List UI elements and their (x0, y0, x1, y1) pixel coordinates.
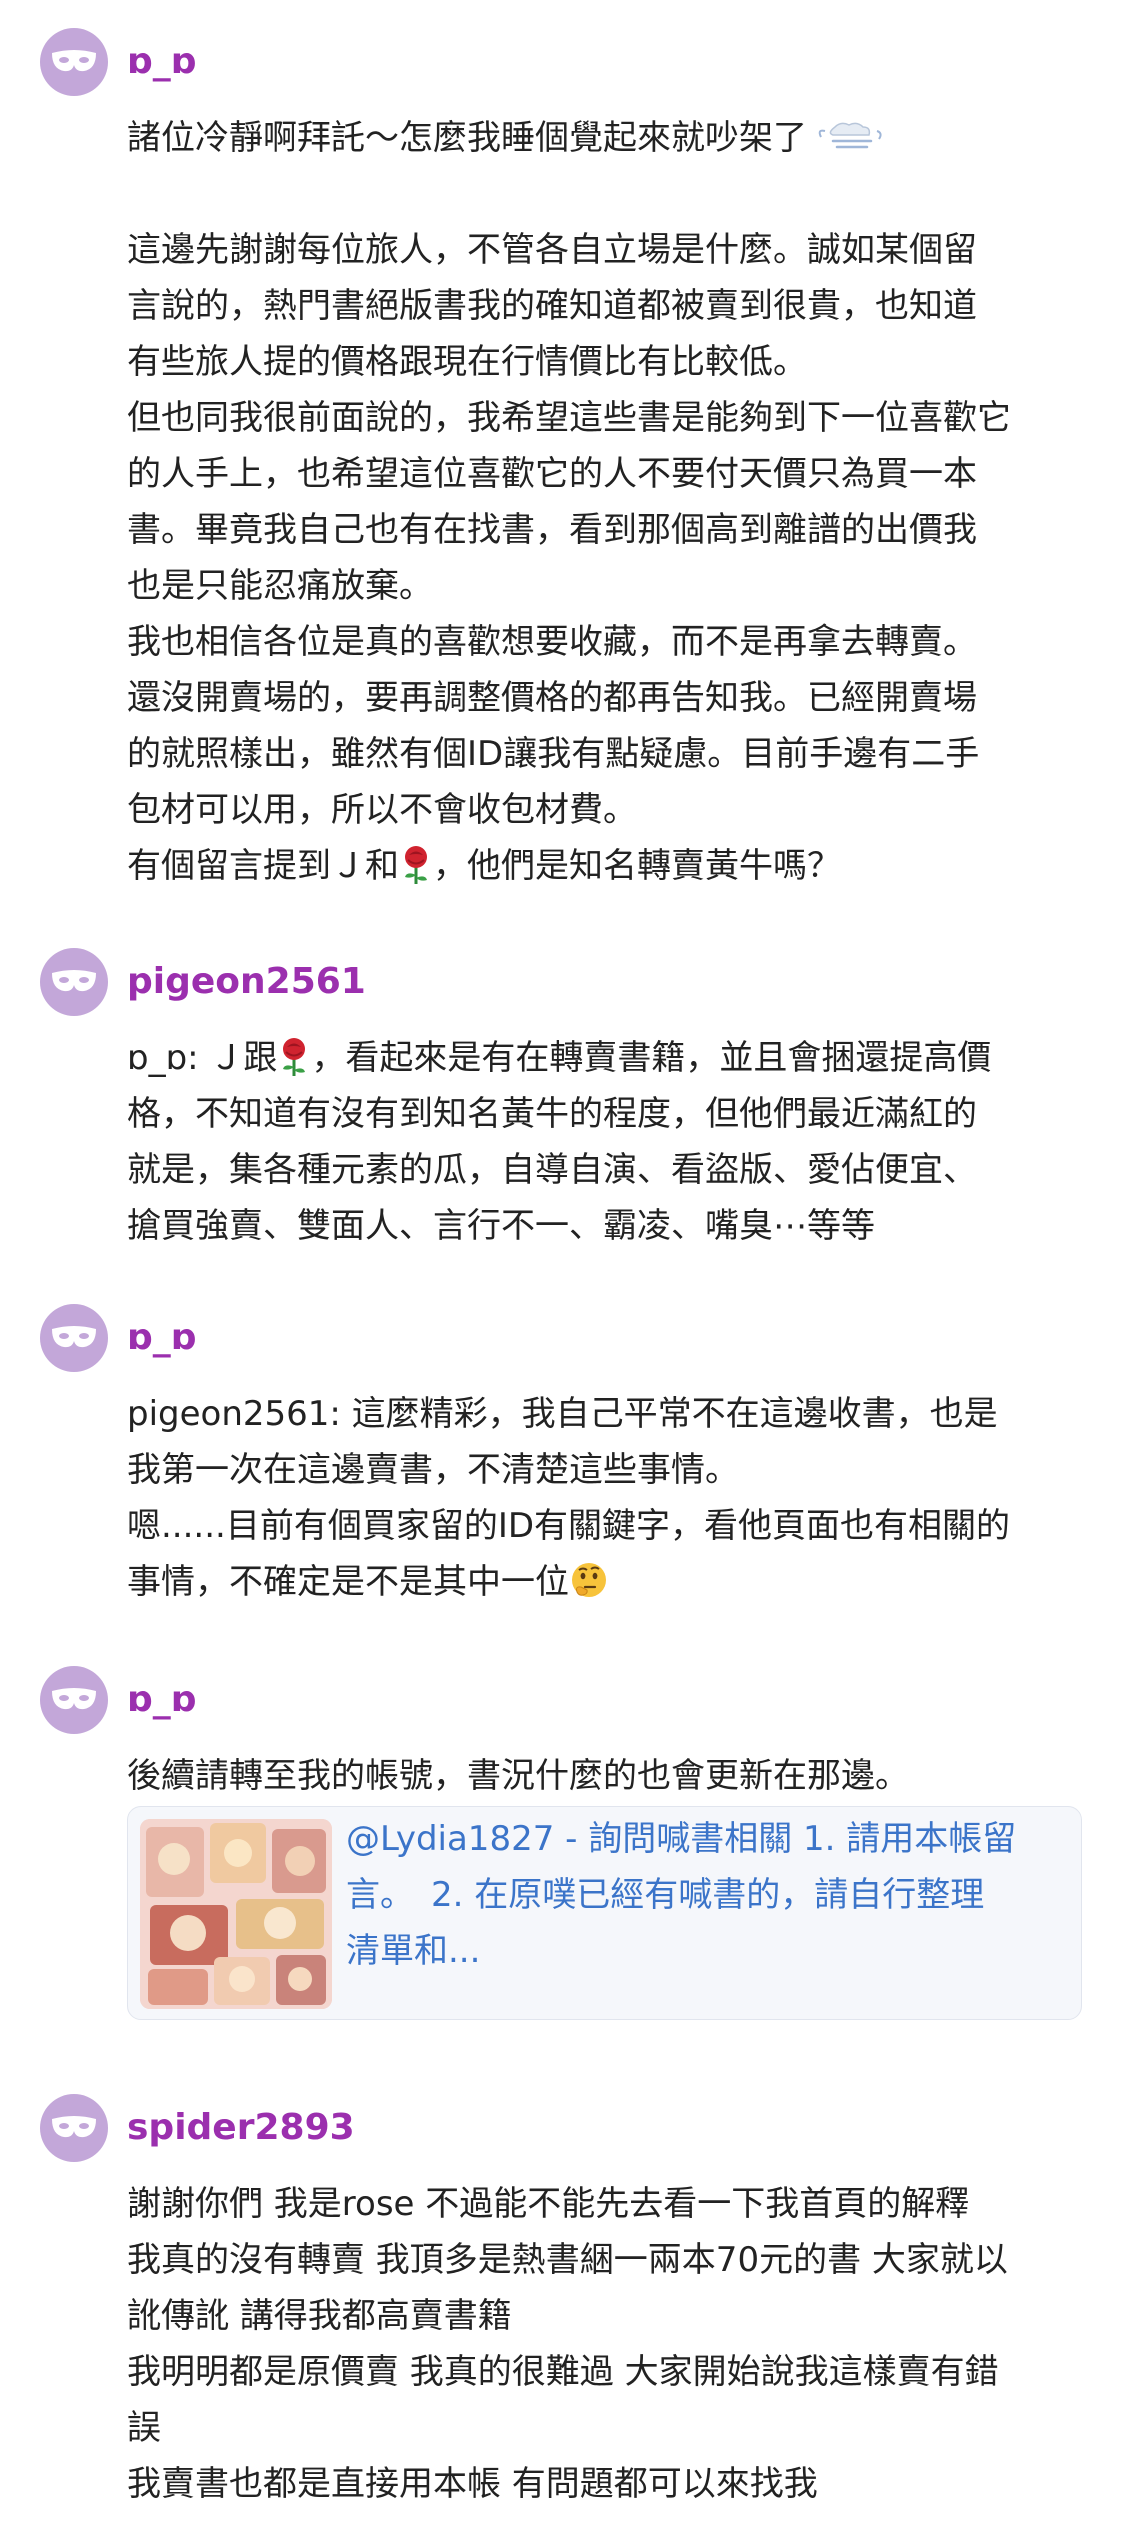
rose-emoji-icon (283, 1038, 306, 1076)
comment-body: 後續請轉至我的帳號，書況什麼的也會更新在那邊。 (127, 1748, 1087, 1804)
link-preview-card[interactable]: @Lydia1827 - 詢問喊書相關 1. 請用本帳留 言。 2. 在原噗已經… (127, 1806, 1082, 2020)
comment-line: 我真的沒有轉賣 我頂多是熱書綑一兩本70元的書 大家就以 (127, 2240, 1008, 2280)
comment-line: 我賣書也都是直接用本帳 有問題都可以來找我 (127, 2464, 818, 2504)
comment-line: 謝謝你們 我是rose 不過能不能先去看一下我首頁的解釋 (127, 2184, 970, 2224)
link-line: @Lydia1827 - 詢問喊書相關 1. 請用本帳留 (346, 1819, 1017, 1859)
mask-icon (52, 970, 96, 992)
comment-body: 謝謝你們 我是rose 不過能不能先去看一下我首頁的解釋 我真的沒有轉賣 我頂多… (127, 2176, 1087, 2512)
comment-line: 格，不知道有沒有到知名黃牛的程度，但他們最近滿紅的 (127, 1094, 977, 1134)
mask-icon (52, 50, 96, 72)
username[interactable]: pigeon2561 (127, 962, 366, 1002)
comment-line: 但也同我很前面說的，我希望這些書是能夠到下一位喜歡它 (127, 398, 1011, 438)
username[interactable]: ɒ_ɒ (127, 1318, 197, 1358)
mask-icon (52, 1688, 96, 1710)
comment-body: 諸位冷靜啊拜託～怎麼我睡個覺起來就吵架了 這邊先謝謝每位旅人，不管各自立場是什麼… (127, 110, 1087, 894)
link-thumbnail (140, 1819, 332, 2009)
comment-line: 搶買強賣、雙面人、言行不一、霸凌、嘴臭⋯等等 (127, 1206, 875, 1246)
comment-line: 事情，不確定是不是其中一位 (127, 1554, 1087, 1610)
username[interactable]: ɒ_ɒ (127, 1680, 197, 1720)
comment-line: 書。畢竟我自己也有在找書，看到那個高到離譜的出價我 (127, 510, 977, 550)
thumbnail-collage-image (140, 1819, 332, 2009)
comment-line: 言說的，熱門書絕版書我的確知道都被賣到很貴，也知道 (127, 286, 977, 326)
comment-body: ɒ_ɒ: Ｊ跟 ，看起來是有在轉賣書籍，並且會捆還提高價 格，不知道有沒有到知名黃… (127, 1030, 1087, 1254)
link-line: 清單和... (346, 1931, 481, 1971)
username[interactable]: spider2893 (127, 2108, 355, 2148)
thinking-face-emoji-icon (572, 1563, 606, 1597)
avatar[interactable] (40, 1304, 108, 1372)
comment-feed: ɒ_ɒ 諸位冷靜啊拜託～怎麼我睡個覺起來就吵架了 這邊先謝謝每位旅人，不管各自立… (0, 0, 1125, 2536)
comment-line: 後續請轉至我的帳號，書況什麼的也會更新在那邊。 (127, 1756, 909, 1796)
link-preview-text: @Lydia1827 - 詢問喊書相關 1. 請用本帳留 言。 2. 在原噗已經… (346, 1811, 1066, 1979)
comment-line: 訛傳訛 講得我都高賣書籍 (127, 2296, 512, 2336)
comment-line: 這邊先謝謝每位旅人，不管各自立場是什麼。誠如某個留 (127, 230, 977, 270)
comment-line: 我也相信各位是真的喜歡想要收藏，而不是再拿去轉賣。 (127, 622, 977, 662)
comment-line: 包材可以用，所以不會收包材費。 (127, 790, 637, 830)
comment-line: 嗯......目前有個買家留的ID有關鍵字，看他頁面也有相關的 (127, 1506, 1011, 1546)
comment-line: 我明明都是原價賣 我真的很難過 大家開始說我這樣賣有錯 (127, 2352, 999, 2392)
mask-icon (52, 2116, 96, 2138)
comment-line: 還沒開賣場的，要再調整價格的都再告知我。已經開賣場 (127, 678, 977, 718)
avatar[interactable] (40, 28, 108, 96)
comment-line: 就是，集各種元素的瓜，自導自演、看盜版、愛佔便宜、 (127, 1150, 977, 1190)
comment-line: 我第一次在這邊賣書，不清楚這些事情。 (127, 1450, 739, 1490)
comment-line: ɒ_ɒ: Ｊ跟 ，看起來是有在轉賣書籍，並且會捆還提高價 (127, 1038, 992, 1078)
comment-line: 的人手上，也希望這位喜歡它的人不要付天價只為買一本 (127, 454, 977, 494)
comment-line: 諸位冷靜啊拜託～怎麼我睡個覺起來就吵架了 (127, 110, 1087, 166)
username[interactable]: ɒ_ɒ (127, 42, 197, 82)
comment-line: 有些旅人提的價格跟現在行情價比有比較低。 (127, 342, 807, 382)
comment-line: pigeon2561: 這麼精彩，我自己平常不在這邊收書，也是 (127, 1394, 998, 1434)
avatar[interactable] (40, 1666, 108, 1734)
link-line: 言。 2. 在原噗已經有喊書的，請自行整理 (346, 1875, 985, 1915)
comment-line: 誤 (127, 2408, 161, 2448)
comment-body: pigeon2561: 這麼精彩，我自己平常不在這邊收書，也是 我第一次在這邊賣… (127, 1386, 1087, 1610)
comment-line: 的就照樣出，雖然有個ID讓我有點疑慮。目前手邊有二手 (127, 734, 980, 774)
avatar[interactable] (40, 2094, 108, 2162)
mask-icon (52, 1326, 96, 1348)
rose-emoji-icon (405, 846, 427, 884)
fog-emoji-icon (818, 122, 882, 149)
comment-line: 有個留言提到Ｊ和 ，他們是知名轉賣黃牛嗎？ (127, 846, 841, 886)
avatar[interactable] (40, 948, 108, 1016)
comment-line: 也是只能忍痛放棄。 (127, 566, 433, 606)
